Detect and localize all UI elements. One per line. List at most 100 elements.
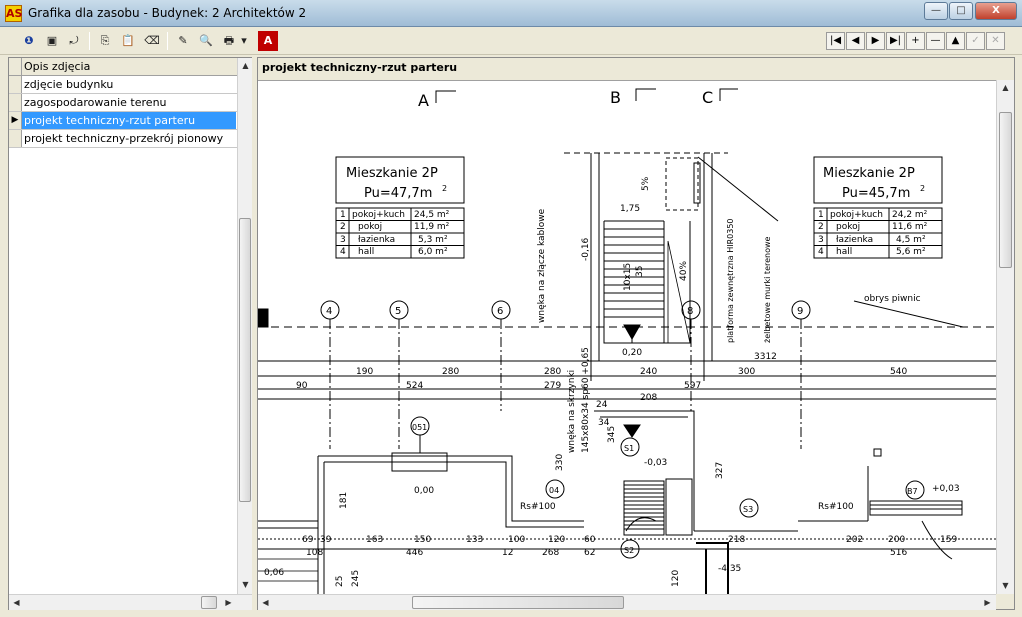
room-no: 3	[818, 235, 824, 245]
list-view-icon[interactable]: ▣	[42, 31, 62, 51]
floor-plan-svg: A B C Mieszkanie 2P Pu=47,7m 2 1 pokoj+ku…	[258, 88, 996, 594]
list-item[interactable]: projekt techniczny-przekrój pionowy	[9, 130, 237, 148]
scroll-right-icon[interactable]: ▶	[980, 595, 995, 610]
scroll-right-icon[interactable]: ▶	[221, 595, 236, 610]
edit-icon[interactable]: ✎	[173, 31, 193, 51]
toolbar: ❶ ▣ ⤾ ⎘ 📋 ⌫ ✎ 🔍 🖶 ▾ A |◀ ◀ ▶ ▶| + — ▲ ✓ …	[0, 27, 1022, 55]
room-name: łazienka	[358, 235, 395, 245]
refresh-icon[interactable]: ⤾	[64, 31, 84, 51]
room-no: 2	[340, 222, 346, 232]
room-tag: S2	[624, 546, 634, 555]
building-walls: 051 S1 S2 S3 B7 04	[258, 410, 996, 594]
dimension-label: 163	[366, 535, 383, 545]
dimension-label: 446	[406, 548, 423, 558]
annotation-text: wnęka na złącze kablowe	[537, 208, 547, 323]
info-icon[interactable]: ❶	[19, 31, 39, 51]
dimension-label: 62	[584, 548, 595, 558]
dimension-label: 597	[684, 381, 701, 391]
list-item-label: projekt techniczny-przekrój pionowy	[24, 132, 224, 145]
minimize-button[interactable]: —	[924, 2, 948, 20]
level-label: -0,03	[644, 458, 667, 468]
copy-icon[interactable]: ⎘	[95, 31, 115, 51]
annotation-text: wnęka na skrzynki	[567, 370, 577, 453]
scroll-up-icon[interactable]: ▲	[238, 58, 253, 73]
nav-up-button[interactable]: ▲	[946, 32, 965, 50]
apartment-1-box: Mieszkanie 2P Pu=47,7m 2 1 pokoj+kuch 24,5…	[335, 156, 465, 259]
slope-label: 5%	[641, 176, 651, 191]
list-vertical-scrollbar[interactable]: ▲ ▼	[237, 58, 252, 594]
dimension-label: 69	[302, 535, 314, 545]
list-item[interactable]: zdjęcie budynku	[9, 76, 237, 94]
preview-icon[interactable]: 🔍	[196, 31, 216, 51]
scroll-left-icon[interactable]: ◀	[258, 595, 273, 610]
image-title: projekt techniczny-rzut parteru	[262, 61, 458, 74]
dimension-label: 280	[544, 367, 561, 377]
room-area: 4,5 m²	[896, 235, 926, 245]
door-label: B7	[907, 487, 918, 496]
nav-cancel-button[interactable]: ✕	[986, 32, 1005, 50]
nav-first-button[interactable]: |◀	[826, 32, 845, 50]
dimension-label: 181	[339, 492, 349, 509]
scroll-thumb[interactable]	[412, 596, 624, 609]
stair-core: 5% 40% 10x15 35 1,75 -0,16 0,20 wnęka na…	[537, 152, 779, 381]
pdf-icon[interactable]: A	[258, 31, 278, 51]
dimension-label: 208	[640, 393, 657, 403]
drawing-horizontal-scrollbar[interactable]: ◀ ▶	[258, 594, 996, 610]
dimension-label: 133	[466, 535, 483, 545]
paste-icon[interactable]: 📋	[118, 31, 138, 51]
nav-last-button[interactable]: ▶|	[886, 32, 905, 50]
dimension-label: 218	[728, 535, 745, 545]
dimension-label: 245	[351, 570, 361, 587]
drawing-vertical-scrollbar[interactable]: ▲ ▼	[996, 80, 1014, 594]
stairs-label: 10x15	[623, 263, 633, 291]
clear-icon[interactable]: ⌫	[142, 31, 162, 51]
scroll-down-icon[interactable]: ▼	[998, 578, 1013, 593]
apartment-area: Pu=45,7m	[842, 186, 910, 201]
floor-plan-drawing: A B C Mieszkanie 2P Pu=47,7m 2 1 pokoj+ku…	[258, 80, 996, 594]
annotation-text: Rs#100	[520, 502, 556, 512]
list-item[interactable]: zagospodarowanie terenu	[9, 94, 237, 112]
room-area: 11,9 m²	[414, 222, 450, 232]
title-bar: AS Grafika dla zasobu - Budynek: 2 Archi…	[0, 0, 1022, 27]
grid-label: 9	[797, 306, 803, 317]
nav-save-button[interactable]: ✓	[966, 32, 985, 50]
list-item-selected[interactable]: ▶ projekt techniczny-rzut parteru	[9, 112, 237, 130]
room-name: hall	[836, 247, 852, 257]
dimension-label: 24	[596, 400, 608, 410]
nav-remove-button[interactable]: —	[926, 32, 945, 50]
scroll-thumb[interactable]	[999, 112, 1012, 268]
grid-line: obrys piwnic	[258, 294, 996, 328]
maximize-button[interactable]: □	[949, 2, 973, 20]
scroll-up-icon[interactable]: ▲	[998, 80, 1013, 95]
image-panel: projekt techniczny-rzut parteru A B C Mi…	[257, 57, 1015, 610]
axis-label: C	[702, 88, 713, 107]
door-label: 051	[412, 423, 427, 432]
axis-label: B	[610, 88, 621, 107]
nav-prev-button[interactable]: ◀	[846, 32, 865, 50]
dimension-label: 39	[320, 535, 332, 545]
room-name: hall	[358, 247, 374, 257]
nav-add-button[interactable]: +	[906, 32, 925, 50]
list-horizontal-scrollbar[interactable]: ◀ ▶	[9, 594, 252, 610]
room-area: 24,5 m²	[414, 210, 450, 220]
nav-next-button[interactable]: ▶	[866, 32, 885, 50]
scroll-left-icon[interactable]: ◀	[9, 595, 24, 610]
close-button[interactable]: X	[975, 2, 1017, 20]
room-name: pokoj	[358, 222, 382, 232]
print-icon[interactable]: 🖶	[219, 31, 239, 51]
dimension-label: 25	[335, 576, 345, 587]
axis-arrow	[635, 88, 656, 101]
room-no: 4	[818, 247, 824, 257]
scroll-thumb[interactable]	[239, 218, 251, 502]
scroll-thumb[interactable]	[201, 596, 217, 609]
room-area: 24,2 m²	[892, 210, 928, 220]
scroll-down-icon[interactable]: ▼	[238, 577, 253, 592]
side-marker	[258, 308, 269, 328]
slope-label: 40%	[679, 261, 689, 281]
room-name: pokoj+kuch	[352, 210, 405, 220]
dimension-label: 159	[940, 535, 957, 545]
print-dropdown-icon[interactable]: ▾	[238, 31, 250, 51]
dimension-lines: 190 280 280 240 300 540 90 524 279 597 3…	[258, 352, 996, 403]
app-icon: AS	[5, 5, 23, 22]
column-header-description[interactable]: Opis zdjęcia	[24, 60, 90, 73]
